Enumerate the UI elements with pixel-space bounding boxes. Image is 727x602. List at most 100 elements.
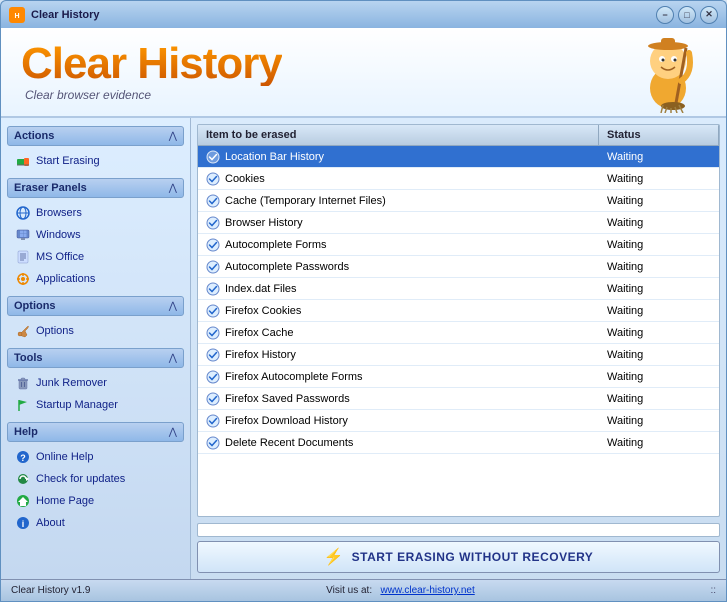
sidebar-item-options[interactable]: Options — [11, 320, 184, 342]
row-check-icon — [206, 326, 220, 340]
mascot — [631, 33, 706, 113]
sidebar-header-help[interactable]: Help ⋀ — [7, 422, 184, 442]
table-row[interactable]: Index.dat FilesWaiting — [198, 278, 719, 300]
svg-text:i: i — [22, 519, 25, 529]
table-row[interactable]: Browser History Waiting — [198, 212, 719, 234]
sidebar-item-start-erasing[interactable]: Start Erasing — [11, 150, 184, 172]
sidebar-header-actions[interactable]: Actions ⋀ — [7, 126, 184, 146]
sidebar-item-home-page[interactable]: Home Page — [11, 490, 184, 512]
minimize-button[interactable]: − — [656, 6, 674, 24]
applications-icon — [15, 271, 31, 287]
table-row[interactable]: Delete Recent DocumentsWaiting — [198, 432, 719, 454]
table-cell-status: Waiting — [599, 215, 719, 231]
status-visit: Visit us at: www.clear-history.net — [326, 585, 475, 596]
sidebar-item-online-help[interactable]: ? Online Help — [11, 446, 184, 468]
sidebar-section-eraser-panels: Eraser Panels ⋀ Browsers — [7, 178, 184, 290]
maximize-button[interactable]: □ — [678, 6, 696, 24]
refresh-icon — [15, 471, 31, 487]
table-cell-status: Waiting — [599, 149, 719, 165]
table-cell-item-label: Browser History — [225, 217, 303, 229]
sidebar-item-check-updates[interactable]: Check for updates — [11, 468, 184, 490]
table-cell-item: Cache (Temporary Internet Files) — [198, 192, 599, 210]
table-row[interactable]: Firefox Saved Passwords Waiting — [198, 388, 719, 410]
table-cell-status: Waiting — [599, 391, 719, 407]
table-header: Item to be erased Status — [198, 125, 719, 146]
table-row[interactable]: Cache (Temporary Internet Files) Waiting — [198, 190, 719, 212]
table-cell-status: Waiting — [599, 369, 719, 385]
table-cell-item: Index.dat Files — [198, 280, 599, 298]
table-cell-status: Waiting — [599, 303, 719, 319]
row-check-icon — [206, 282, 220, 296]
row-check-icon — [206, 194, 220, 208]
row-check-icon — [206, 370, 220, 384]
sidebar-item-windows[interactable]: Windows — [11, 224, 184, 246]
app-icon: H — [9, 7, 25, 23]
sidebar-item-junk-remover[interactable]: Junk Remover — [11, 372, 184, 394]
sidebar-header-eraser-panels-text: Eraser Panels — [14, 182, 87, 194]
status-version: Clear History v1.9 — [11, 585, 90, 596]
table-cell-item-label: Firefox History — [225, 349, 296, 361]
table-cell-item-label: Autocomplete Passwords — [225, 261, 349, 273]
table-cell-item-label: Delete Recent Documents — [225, 437, 353, 449]
items-table: Item to be erased Status Location Bar Hi… — [197, 124, 720, 517]
visit-label: Visit us at: — [326, 585, 372, 596]
table-row[interactable]: Firefox CookiesWaiting — [198, 300, 719, 322]
globe-icon — [15, 205, 31, 221]
table-cell-item: Delete Recent Documents — [198, 434, 599, 452]
sidebar-header-options-text: Options — [14, 300, 56, 312]
row-check-icon — [206, 260, 220, 274]
website-link[interactable]: www.clear-history.net — [380, 585, 474, 596]
table-row[interactable]: Firefox CacheWaiting — [198, 322, 719, 344]
sidebar-item-about-label: About — [36, 517, 65, 529]
table-cell-item-label: Firefox Saved Passwords — [225, 393, 350, 405]
title-bar-text: Clear History — [31, 9, 656, 21]
trash-icon — [15, 375, 31, 391]
table-body: Location Bar HistoryWaiting CookiesWaiti… — [198, 146, 719, 516]
close-button[interactable]: ✕ — [700, 6, 718, 24]
sidebar-item-startup-manager[interactable]: Startup Manager — [11, 394, 184, 416]
table-row[interactable]: Location Bar HistoryWaiting — [198, 146, 719, 168]
table-row[interactable]: Firefox Download HistoryWaiting — [198, 410, 719, 432]
table-row[interactable]: Firefox History Waiting — [198, 344, 719, 366]
row-check-icon — [206, 172, 220, 186]
sidebar-section-actions: Actions ⋀ Start Erasing — [7, 126, 184, 172]
table-row[interactable]: Autocomplete PasswordsWaiting — [198, 256, 719, 278]
sidebar-items-actions: Start Erasing — [7, 146, 184, 172]
sidebar-header-actions-text: Actions — [14, 130, 54, 142]
table-cell-item: Firefox Download History — [198, 412, 599, 430]
sidebar-item-applications-label: Applications — [36, 273, 95, 285]
sidebar-item-online-help-label: Online Help — [36, 451, 93, 463]
row-check-icon — [206, 150, 220, 164]
main-panel: Item to be erased Status Location Bar Hi… — [191, 118, 726, 579]
sidebar-header-options[interactable]: Options ⋀ — [7, 296, 184, 316]
table-cell-item-label: Cache (Temporary Internet Files) — [225, 195, 386, 207]
table-row[interactable]: CookiesWaiting — [198, 168, 719, 190]
col-header-item: Item to be erased — [198, 125, 599, 145]
sidebar-item-about[interactable]: i About — [11, 512, 184, 534]
sidebar-item-applications[interactable]: Applications — [11, 268, 184, 290]
sidebar-section-tools: Tools ⋀ — [7, 348, 184, 416]
table-cell-status: Waiting — [599, 193, 719, 209]
row-check-icon — [206, 414, 220, 428]
sidebar-header-tools[interactable]: Tools ⋀ — [7, 348, 184, 368]
table-cell-status: Waiting — [599, 347, 719, 363]
svg-text:?: ? — [20, 453, 26, 463]
erase-button[interactable]: ⚡ START ERASING WITHOUT RECOVERY — [197, 541, 720, 573]
progress-bar — [197, 523, 720, 537]
table-cell-status: Waiting — [599, 413, 719, 429]
sidebar-item-browsers[interactable]: Browsers — [11, 202, 184, 224]
title-bar-buttons: − □ ✕ — [656, 6, 718, 24]
table-row[interactable]: Firefox Autocomplete FormsWaiting — [198, 366, 719, 388]
sidebar-header-help-text: Help — [14, 426, 38, 438]
sidebar-item-browsers-label: Browsers — [36, 207, 82, 219]
sidebar-item-ms-office[interactable]: MS Office — [11, 246, 184, 268]
sidebar-item-start-erasing-label: Start Erasing — [36, 155, 100, 167]
table-row[interactable]: Autocomplete FormsWaiting — [198, 234, 719, 256]
row-check-icon — [206, 392, 220, 406]
status-bar: Clear History v1.9 Visit us at: www.clea… — [1, 579, 726, 601]
sidebar-header-eraser-panels[interactable]: Eraser Panels ⋀ — [7, 178, 184, 198]
table-cell-item-label: Index.dat Files — [225, 283, 297, 295]
row-check-icon — [206, 348, 220, 362]
sidebar-items-help: ? Online Help Check — [7, 442, 184, 534]
sidebar-item-windows-label: Windows — [36, 229, 81, 241]
